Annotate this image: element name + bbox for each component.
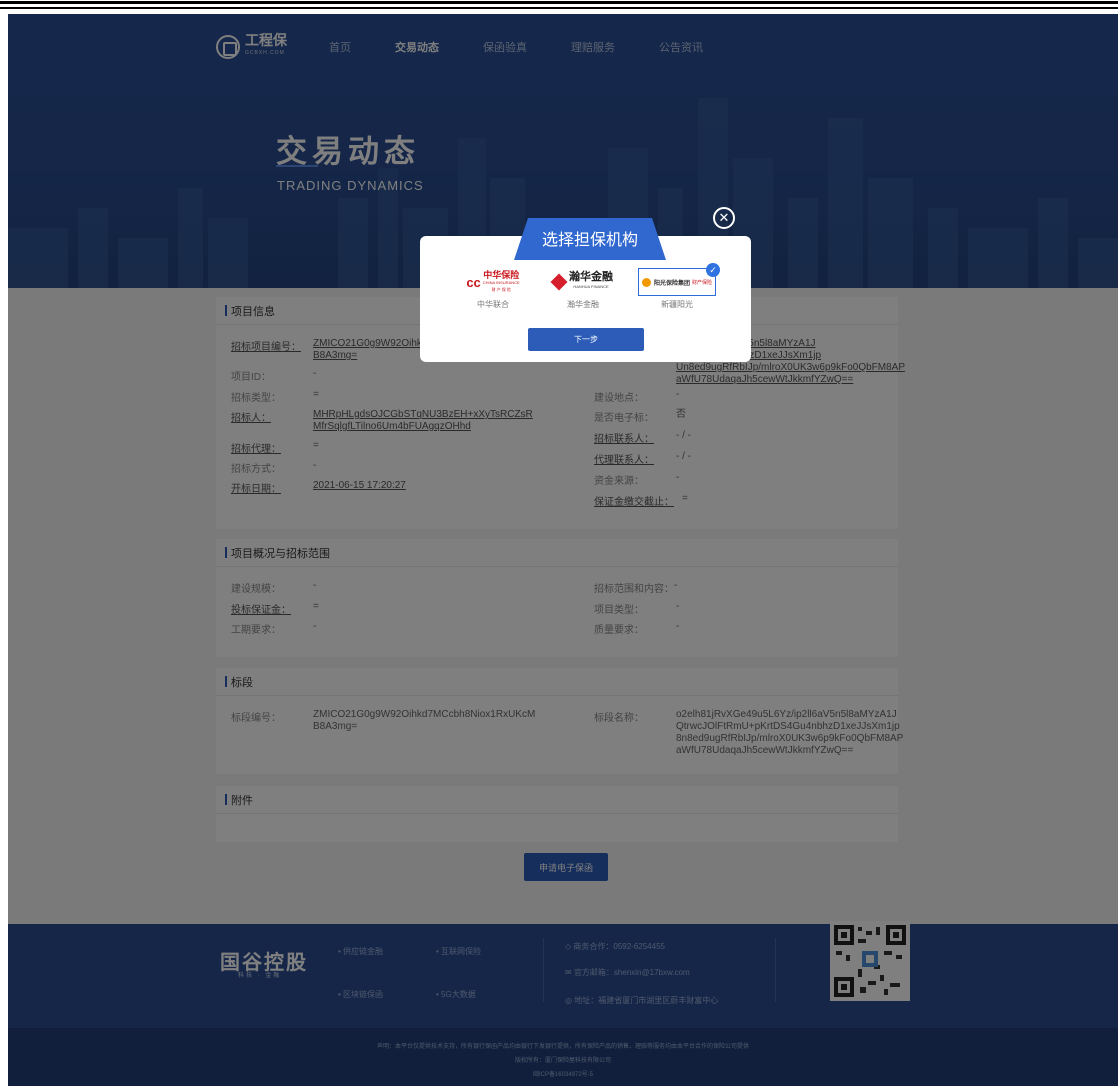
sun-icon	[641, 277, 651, 287]
insurer-option-hanhua[interactable]: 瀚华金融 HANHUA FINANCE 瀚华金融	[544, 268, 622, 310]
modal-overlay[interactable]	[8, 14, 1118, 1086]
sunshine-logo: 阳光保险集团 财产保险 ✓	[638, 263, 720, 296]
hanhua-mark-icon	[550, 273, 568, 291]
selected-check-icon: ✓	[706, 263, 720, 277]
close-icon[interactable]: ✕	[713, 207, 735, 229]
hanhua-logo: 瀚华金融 HANHUA FINANCE	[544, 268, 622, 296]
insurer-option-zhonghua[interactable]: cc 中华保险 CHINA INSURANCE 财 产 保 险 中华联合	[454, 268, 532, 310]
insurer-name: 中华联合	[477, 300, 509, 309]
insurer-name: 新疆阳光	[661, 300, 693, 309]
zhonghua-logo: cc 中华保险 CHINA INSURANCE 财 产 保 险	[454, 268, 532, 296]
insurer-option-sunshine[interactable]: 阳光保险集团 财产保险 ✓ 新疆阳光	[638, 263, 720, 310]
next-step-button[interactable]: 下一步	[528, 328, 644, 351]
insurer-name: 瀚华金融	[567, 300, 599, 309]
page: 工程保 GCBXH.COM 首页 交易动态 保函验真 理赔服务 公告资讯 交易动…	[8, 14, 1118, 1086]
zhonghua-mark-icon: cc	[466, 274, 481, 290]
dialog-title: 选择担保机构	[541, 232, 638, 249]
top-rule	[0, 0, 1118, 12]
